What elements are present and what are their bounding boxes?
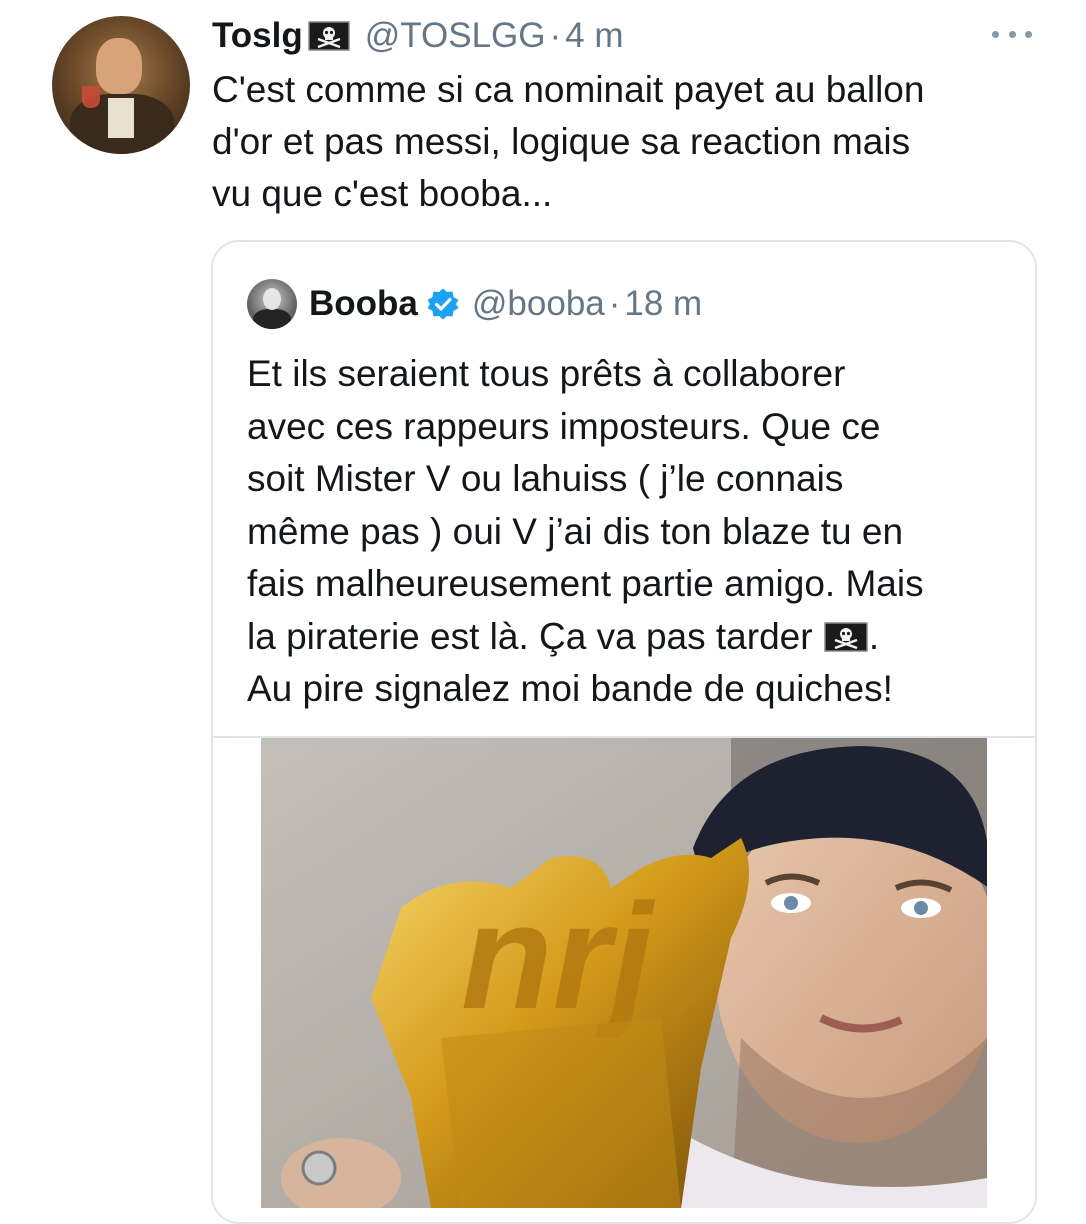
quoted-text-line-part: la piraterie est là. Ça va pas tarder [247, 615, 823, 657]
quoted-author-display-name[interactable]: Booba [309, 284, 418, 324]
quoted-author-avatar[interactable] [247, 279, 297, 329]
quoted-avatar-body [253, 309, 291, 329]
quoted-author-handle[interactable]: @booba [472, 284, 605, 324]
pirate-flag-icon [307, 21, 350, 51]
tweet[interactable]: Toslg @TOSLGG · 4 m C'est comme si ca no… [0, 0, 1086, 1224]
author-avatar[interactable] [52, 16, 190, 154]
author-display-name[interactable]: Toslg [212, 16, 303, 56]
quoted-text-line: Et ils seraient tous prêts à collaborer [247, 353, 846, 394]
quoted-text-line: fais malheureusement partie amigo. Mais [247, 563, 924, 604]
verified-badge-icon [427, 288, 459, 320]
author-handle[interactable]: @TOSLGG [365, 16, 546, 56]
tweet-timestamp[interactable]: 4 m [565, 16, 623, 56]
trophy-logo-text: nrj [461, 872, 656, 1040]
quoted-tweet-header: Booba @booba · 18 m [247, 278, 702, 330]
avatar-glass [82, 86, 100, 108]
quoted-media-image[interactable]: nrj [261, 738, 987, 1208]
avatar-face [96, 38, 142, 94]
tweet-text-line: d'or et pas messi, logique sa reaction m… [212, 121, 911, 162]
quoted-text-line-suffix: . [868, 615, 880, 657]
tweet-text-line: vu que c'est booba... [212, 173, 553, 214]
quoted-text-line: avec ces rappeurs imposteurs. Que ce [247, 405, 881, 447]
more-options-icon[interactable] [992, 24, 1032, 44]
tweet-text: C'est comme si ca nominait payet au ball… [212, 64, 1032, 220]
tweet-header: Toslg @TOSLGG · 4 m [212, 12, 624, 60]
pirate-flag-icon [824, 621, 868, 652]
quoted-tweet-card[interactable]: Booba @booba · 18 m Et ils seraient tous… [211, 240, 1037, 1224]
separator-dot: · [549, 16, 562, 55]
quoted-text-line: même pas ) oui V j’ai dis ton blaze tu e… [247, 510, 904, 552]
quoted-text-line: la piraterie est là. Ça va pas tarder . [247, 611, 1017, 664]
quoted-text-line: soit Mister V ou lahuiss ( j’le connais [247, 458, 844, 499]
quoted-separator-dot: · [608, 284, 621, 323]
quoted-avatar-head [263, 288, 281, 310]
quoted-tweet-timestamp[interactable]: 18 m [624, 284, 702, 324]
media-photo: nrj [261, 738, 987, 1208]
quoted-text-line: Au pire signalez moi bande de quiches! [247, 668, 893, 709]
quoted-tweet-text: Et ils seraient tous prêts à collaborer … [247, 348, 1017, 716]
tweet-text-line: C'est comme si ca nominait payet au ball… [212, 69, 925, 110]
avatar-shirt [108, 98, 134, 138]
